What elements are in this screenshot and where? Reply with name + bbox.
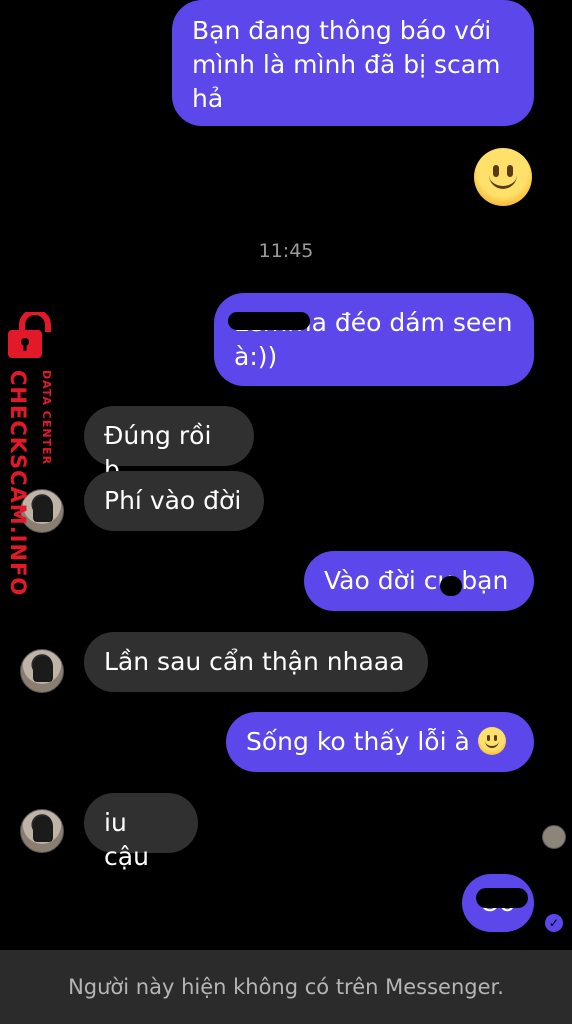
message-bubble-incoming[interactable]: Lần sau cẩn thận nhaaa: [84, 632, 428, 692]
watermark: CHECKSCAM.INFO DATA CENTER: [6, 312, 64, 596]
check-circle-icon: ✓: [545, 914, 563, 932]
redaction-mark: [476, 888, 528, 908]
message-text: Sống ko thấy lỗi à: [246, 727, 470, 756]
message-text: Vào đời cụ bạn: [324, 566, 509, 595]
contact-avatar[interactable]: [20, 809, 64, 853]
messenger-status-bar: Người này hiện không có trên Messenger.: [0, 950, 572, 1024]
avatar-seen-indicator: [542, 825, 566, 849]
message-bubble-outgoing[interactable]: Bạn đang thông báo với mình là mình đã b…: [172, 0, 534, 126]
message-text: iu cậu: [104, 808, 149, 871]
status-text: Người này hiện không có trên Messenger.: [68, 975, 504, 999]
slightly-smiling-face-icon[interactable]: [474, 148, 532, 206]
message-text: Lần sau cẩn thận nhaaa: [104, 647, 405, 676]
message-text: Bạn đang thông báo với mình là mình đã b…: [192, 16, 501, 113]
message-bubble-incoming[interactable]: iu cậu: [84, 793, 198, 871]
watermark-subtitle: DATA CENTER: [40, 370, 53, 466]
message-bubble-incoming[interactable]: Đúng rồi b: [84, 406, 254, 484]
contact-avatar[interactable]: [20, 649, 64, 693]
message-bubble-incoming[interactable]: Phí vào đời: [84, 471, 264, 531]
message-bubble-outgoing[interactable]: Vào đời cụ bạn: [304, 551, 534, 611]
message-bubble-outgoing[interactable]: Sống ko thấy lỗi à: [226, 712, 534, 772]
redaction-mark: [440, 576, 462, 596]
lock-icon: [8, 312, 51, 358]
watermark-brand: CHECKSCAM.INFO: [6, 370, 30, 597]
redaction-mark: [228, 312, 310, 330]
message-timestamp: 11:45: [258, 240, 314, 262]
slightly-smiling-face-icon: [477, 727, 506, 755]
message-text: Phí vào đời: [104, 486, 242, 515]
message-bubble-outgoing[interactable]: Lemma đéo dám seen à:)): [214, 293, 534, 386]
